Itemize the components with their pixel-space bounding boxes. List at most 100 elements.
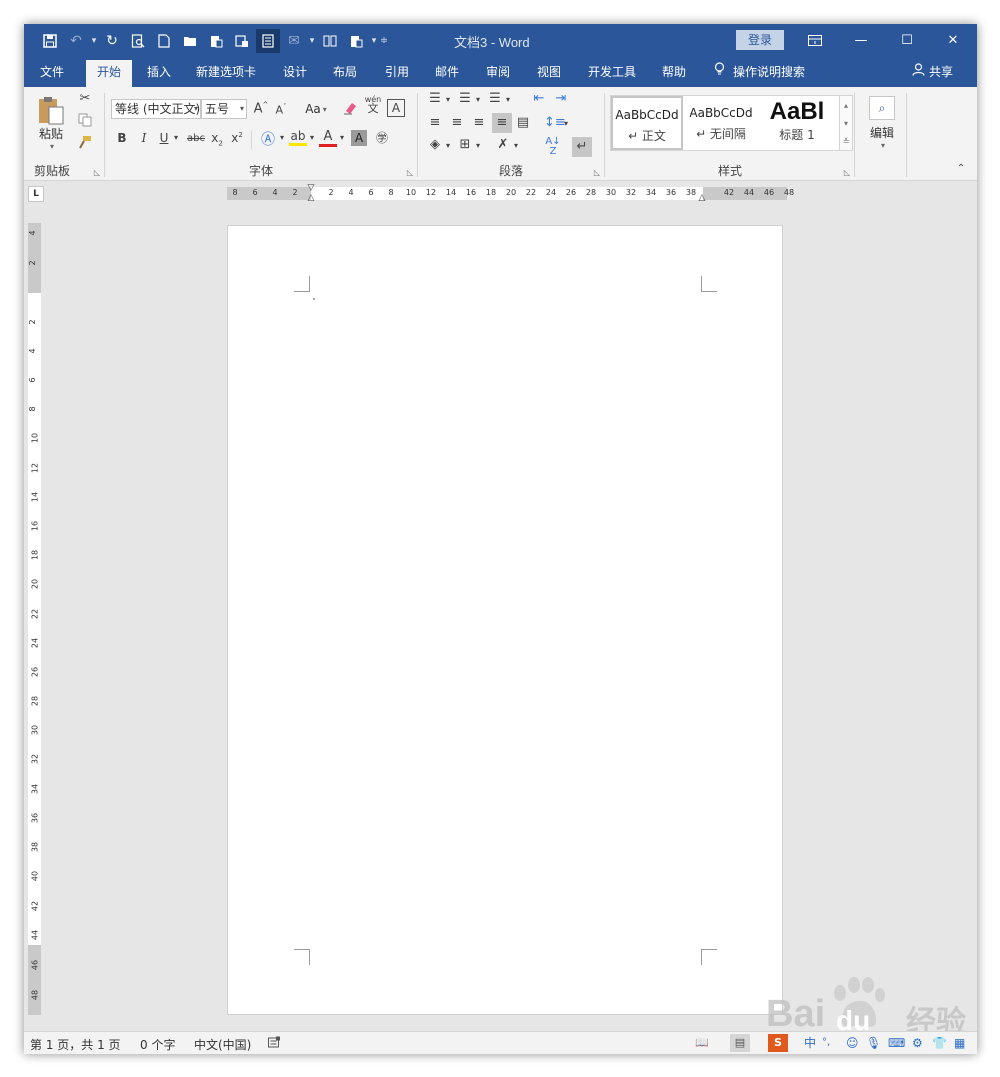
open-folder-icon[interactable] <box>178 29 202 53</box>
right-indent-marker[interactable]: △ <box>696 193 708 203</box>
borders-dropdown-icon[interactable]: ▾ <box>474 141 482 150</box>
multilevel-dropdown-icon[interactable]: ▾ <box>504 95 512 104</box>
ime-toolbox-icon[interactable]: ⚙ <box>912 1034 923 1052</box>
underline-dropdown-icon[interactable]: ▾ <box>171 133 181 142</box>
align-right-icon[interactable]: ≡ <box>470 115 488 130</box>
paste-button[interactable]: 粘贴 ▾ <box>32 93 70 153</box>
italic-icon[interactable]: I <box>137 131 151 145</box>
paragraph-launcher-icon[interactable]: ◺ <box>594 168 600 177</box>
cut-icon[interactable]: ✂ <box>76 91 94 106</box>
tab-references[interactable]: 引用 <box>378 60 416 87</box>
grow-font-icon[interactable]: A^ <box>253 101 269 116</box>
login-button[interactable]: 登录 <box>736 30 784 50</box>
numbering-icon[interactable]: ☰ <box>456 91 474 106</box>
styles-scroll[interactable]: ▴ ▾ ≚ <box>839 95 853 151</box>
sort-icon[interactable]: A↓ Z <box>544 137 562 157</box>
undo-icon[interactable]: ↶ <box>64 29 88 53</box>
tab-review[interactable]: 审阅 <box>479 60 517 87</box>
tab-layout[interactable]: 布局 <box>326 60 364 87</box>
first-line-indent-marker[interactable]: ▽ <box>305 183 317 193</box>
font-color-dropdown-icon[interactable]: ▾ <box>337 133 347 142</box>
tab-mailings[interactable]: 邮件 <box>428 60 466 87</box>
tab-new-tab[interactable]: 新建选项卡 <box>190 60 262 87</box>
align-left-icon[interactable]: ≡ <box>426 115 444 130</box>
language-indicator[interactable]: 中文(中国) <box>194 1036 251 1053</box>
share-button[interactable]: 共享 <box>912 60 953 87</box>
character-shading-icon[interactable]: A <box>351 130 367 146</box>
chinese-layout-icon[interactable]: ✗ <box>494 137 512 152</box>
tab-help[interactable]: 帮助 <box>654 60 694 87</box>
numbering-dropdown-icon[interactable]: ▾ <box>474 95 482 104</box>
style-normal[interactable]: AaBbCcDd ↵ 正文 <box>611 96 683 150</box>
clear-formatting-icon[interactable] <box>341 101 359 119</box>
read-mode-icon[interactable] <box>256 28 280 53</box>
highlight-icon[interactable]: ab <box>289 129 307 146</box>
page-count[interactable]: 第 1 页，共 1 页 <box>30 1036 121 1053</box>
increase-indent-icon[interactable]: ⇥ <box>552 91 570 106</box>
subscript-icon[interactable]: x2 <box>209 131 225 147</box>
strikethrough-icon[interactable]: abc <box>185 133 207 144</box>
collapse-ribbon-icon[interactable]: ⌃ <box>954 163 968 174</box>
chinese-layout-dropdown-icon[interactable]: ▾ <box>512 141 520 150</box>
font-size-combo[interactable]: 五号 ▾ <box>201 99 247 119</box>
macro-record-icon[interactable] <box>268 1036 281 1051</box>
distributed-icon[interactable]: ▤ <box>514 115 532 130</box>
format-painter-icon[interactable] <box>76 135 94 153</box>
ime-keyboard-icon[interactable]: ⌨ <box>888 1034 905 1052</box>
paste-special-icon[interactable] <box>344 29 368 53</box>
scroll-down-icon[interactable]: ▾ <box>844 119 848 128</box>
ime-punctuation-icon[interactable]: °, <box>822 1034 830 1052</box>
shrink-font-icon[interactable]: Aˇ <box>273 103 289 117</box>
underline-icon[interactable]: U <box>157 131 171 145</box>
line-spacing-icon[interactable]: ↕≡ <box>544 115 566 130</box>
print-layout-view-icon[interactable]: ▤ <box>730 1034 750 1052</box>
minimize-icon[interactable]: — <box>838 24 884 57</box>
ribbon-display-options-icon[interactable] <box>792 24 838 57</box>
vertical-ruler[interactable]: 4 2 2 4 6 8 10 12 14 16 18 20 22 24 26 28 30 32 34 36 38 40 42… <box>28 223 41 1015</box>
tab-selector[interactable]: L <box>28 186 44 202</box>
customize-qat-icon[interactable]: ≑ <box>380 36 388 46</box>
paste-icon[interactable] <box>204 29 228 53</box>
font-color-icon[interactable]: A <box>319 129 337 147</box>
style-no-spacing[interactable]: AaBbCcDd ↵ 无间隔 <box>685 96 757 150</box>
text-effects-dropdown-icon[interactable]: ▾ <box>277 133 287 142</box>
tab-view[interactable]: 视图 <box>530 60 568 87</box>
columns-icon[interactable] <box>318 29 342 53</box>
horizontal-ruler[interactable]: 8 6 4 2 2 4 6 8 10 12 14 16 18 20 22 24 26 28 30 32 34 36 38 42… <box>227 183 794 203</box>
enclose-characters-icon[interactable]: ㊫ <box>373 129 391 146</box>
read-mode-view-icon[interactable]: 📖 <box>692 1034 712 1052</box>
close-icon[interactable]: ✕ <box>930 24 976 57</box>
editing-button[interactable]: ⌕ 编辑 ▾ <box>862 93 902 153</box>
ime-skin-icon[interactable]: 👕 <box>932 1034 947 1052</box>
screenshot-icon[interactable] <box>230 29 254 53</box>
undo-dropdown-icon[interactable]: ▾ <box>90 36 98 46</box>
print-preview-icon[interactable] <box>126 29 150 53</box>
superscript-icon[interactable]: x2 <box>229 131 245 145</box>
tab-developer[interactable]: 开发工具 <box>582 60 642 87</box>
line-spacing-dropdown-icon[interactable]: ▾ <box>562 119 570 128</box>
tab-file[interactable]: 文件 <box>30 60 74 87</box>
justify-icon[interactable]: ≡ <box>492 113 512 133</box>
character-border-icon[interactable]: A <box>387 99 405 117</box>
left-indent-marker[interactable]: △ <box>305 193 317 203</box>
ime-menu-icon[interactable]: ▦ <box>954 1034 965 1052</box>
save-icon[interactable] <box>38 29 62 53</box>
word-count[interactable]: 0 个字 <box>140 1036 175 1053</box>
borders-icon[interactable]: ⊞ <box>456 137 474 152</box>
ime-emoji-icon[interactable]: ☺ <box>846 1034 859 1052</box>
tab-insert[interactable]: 插入 <box>140 60 178 87</box>
font-name-combo[interactable]: 等线 (中文正文) ▾ <box>111 99 201 119</box>
new-document-icon[interactable] <box>152 29 176 53</box>
bold-icon[interactable]: B <box>115 131 129 145</box>
clipboard-launcher-icon[interactable]: ◺ <box>94 168 100 177</box>
font-name-dropdown-icon[interactable]: ▾ <box>194 100 198 118</box>
shading-icon[interactable]: ◈ <box>426 137 444 152</box>
bullets-dropdown-icon[interactable]: ▾ <box>444 95 452 104</box>
style-heading-1[interactable]: AaBl 标题 1 <box>761 96 833 150</box>
maximize-icon[interactable]: ☐ <box>884 24 930 57</box>
show-marks-icon[interactable]: ↵ <box>572 137 592 157</box>
font-launcher-icon[interactable]: ◺ <box>407 168 413 177</box>
text-effects-icon[interactable]: Ⓐ <box>259 129 277 149</box>
more-styles-icon[interactable]: ≚ <box>843 137 850 146</box>
tell-me-search[interactable]: 操作说明搜索 <box>714 60 805 87</box>
